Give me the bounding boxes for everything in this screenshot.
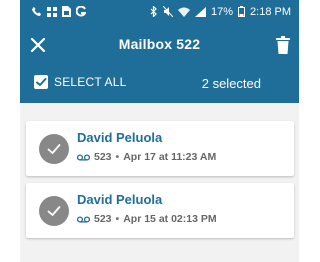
selected-count: 2 selected xyxy=(201,76,261,91)
caller-name: David Peluola xyxy=(77,130,163,145)
selected-check-icon[interactable] xyxy=(39,134,69,164)
select-all-toggle[interactable]: SELECT ALL xyxy=(34,75,127,89)
message-meta: 523 • Apr 15 at 02:13 PM xyxy=(77,213,217,225)
signal-icon xyxy=(195,6,206,17)
mute-icon xyxy=(163,6,173,17)
status-left-icons xyxy=(31,6,86,17)
message-datetime: Apr 17 at 11:23 AM xyxy=(123,151,217,163)
meta-separator: • xyxy=(115,151,120,163)
sim-icon xyxy=(62,6,71,17)
message-card[interactable]: David Peluola 523 • Apr 15 at 02:13 PM xyxy=(26,183,294,238)
status-bar: 17% 2:18 PM xyxy=(20,0,299,23)
selection-bar: SELECT ALL 2 selected xyxy=(20,67,299,103)
mailbox-number: 523 xyxy=(94,151,112,163)
app-toolbar: Mailbox 522 xyxy=(20,23,299,67)
checkbox-checked-icon[interactable] xyxy=(34,75,48,89)
message-meta: 523 • Apr 17 at 11:23 AM xyxy=(77,151,216,163)
message-datetime: Apr 15 at 02:13 PM xyxy=(123,213,217,225)
selected-check-icon[interactable] xyxy=(39,196,69,226)
bluetooth-icon xyxy=(150,6,158,17)
wifi-icon xyxy=(178,7,190,17)
trash-icon[interactable] xyxy=(276,36,290,54)
g-icon xyxy=(76,6,86,17)
page-title: Mailbox 522 xyxy=(118,36,201,52)
clock-time: 2:18 PM xyxy=(250,5,291,18)
mailbox-number: 523 xyxy=(94,213,112,225)
meta-separator: • xyxy=(115,213,120,225)
select-all-label: SELECT ALL xyxy=(54,75,127,89)
status-right-icons: 17% 2:18 PM xyxy=(150,6,291,18)
app-frame: 17% 2:18 PM Mailbox 522 SELECT ALL 2 sel… xyxy=(20,0,299,262)
grid-icon xyxy=(47,6,57,17)
battery-icon xyxy=(238,6,246,17)
message-card[interactable]: David Peluola 523 • Apr 17 at 11:23 AM xyxy=(26,121,294,176)
voicemail-icon xyxy=(77,153,90,161)
battery-percent: 17% xyxy=(211,5,234,18)
caller-name: David Peluola xyxy=(77,192,163,207)
voicemail-icon xyxy=(77,215,90,223)
phone-call-icon xyxy=(31,6,42,17)
